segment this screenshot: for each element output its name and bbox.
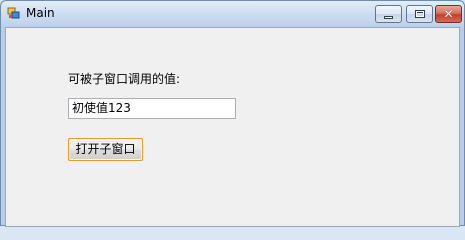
- minimize-icon: [384, 16, 393, 19]
- window-title: Main: [26, 6, 55, 20]
- client-area: 可被子窗口调用的值: 初使值123 打开子窗口: [5, 27, 460, 227]
- maximize-icon: [415, 10, 425, 18]
- value-label: 可被子窗口调用的值:: [68, 72, 181, 86]
- value-textbox[interactable]: 初使值123: [68, 98, 236, 119]
- maximize-button[interactable]: [406, 5, 433, 23]
- main-window: Main ✕ 可被子窗口调用的值: 初使值123 打开子窗口: [0, 0, 465, 227]
- minimize-button[interactable]: [375, 5, 402, 23]
- close-button[interactable]: ✕: [435, 5, 462, 23]
- open-child-window-button[interactable]: 打开子窗口: [68, 138, 143, 161]
- app-icon: [7, 7, 20, 19]
- title-bar[interactable]: Main ✕: [1, 1, 464, 27]
- close-icon: ✕: [443, 7, 454, 21]
